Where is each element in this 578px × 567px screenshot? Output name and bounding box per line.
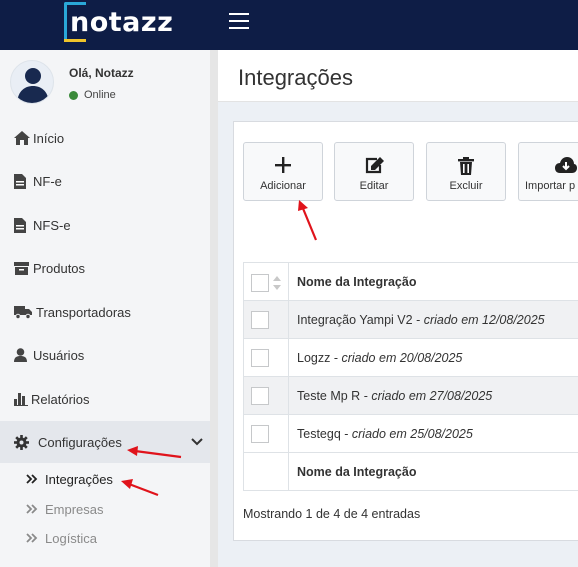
double-chevron-right-icon <box>26 504 38 514</box>
online-status-icon <box>69 90 78 100</box>
brand-logo[interactable]: notazz <box>70 7 173 38</box>
table-row[interactable]: Teste Mp R - criado em 27/08/2025 <box>243 376 578 415</box>
sidebar-item-nfse[interactable]: NFS-e <box>0 204 210 246</box>
user-icon <box>14 348 32 362</box>
table-row[interactable]: Integração Yampi V2 - criado em 12/08/20… <box>243 300 578 339</box>
sidebar-item-usuarios[interactable]: Usuários <box>0 334 210 376</box>
sidebar-item-transportadoras[interactable]: Transportadoras <box>0 291 210 333</box>
gear-icon <box>14 434 37 450</box>
double-chevron-right-icon <box>26 474 38 484</box>
submenu-item-empresas[interactable]: Empresas <box>26 496 104 522</box>
sidebar-item-label: Relatórios <box>31 391 90 407</box>
chevron-down-icon[interactable] <box>191 434 203 449</box>
column-header-name[interactable]: Nome da Integração <box>288 262 578 301</box>
plus-icon <box>244 157 322 173</box>
annotation-arrow-integracoes <box>121 479 159 497</box>
integration-name: Logzz <box>297 350 331 365</box>
table-row[interactable]: Logzz - criado em 20/08/2025 <box>243 338 578 377</box>
double-chevron-right-icon <box>26 533 38 543</box>
user-status-label: Online <box>84 89 116 101</box>
delete-button-label: Excluir <box>449 180 483 192</box>
integration-name-cell: Integração Yampi V2 - criado em 12/08/20… <box>288 300 578 339</box>
sidebar-item-label: Configurações <box>38 434 122 450</box>
integration-name-cell: Teste Mp R - criado em 27/08/2025 <box>288 376 578 415</box>
add-button-label: Adicionar <box>260 180 306 192</box>
user-greeting: Olá, Notazz <box>69 66 134 80</box>
row-checkbox[interactable] <box>251 349 269 367</box>
footer-empty-cell <box>243 452 289 491</box>
truck-icon <box>14 305 35 319</box>
table-row[interactable]: Testegq - criado em 25/08/2025 <box>243 414 578 453</box>
trash-icon <box>427 157 505 175</box>
home-icon <box>14 131 32 145</box>
row-checkbox[interactable] <box>251 425 269 443</box>
integrations-table: Nome da Integração Integração Yampi V2 -… <box>243 262 578 491</box>
avatar <box>10 60 54 104</box>
import-button-label: Importar p <box>525 180 576 192</box>
integration-name-cell: Logzz - criado em 20/08/2025 <box>288 338 578 377</box>
sidebar-item-label: Transportadoras <box>36 304 131 320</box>
select-all-checkbox[interactable] <box>251 274 269 292</box>
sidebar-scrollbar[interactable] <box>210 50 218 567</box>
edit-button[interactable]: Editar <box>334 142 414 201</box>
row-checkbox[interactable] <box>251 311 269 329</box>
content-header: Integrações <box>218 50 578 102</box>
sidebar-item-inicio[interactable]: Início <box>0 117 210 159</box>
archive-icon <box>14 261 32 275</box>
integration-created: criado em 27/08/2025 <box>371 388 493 403</box>
submenu-item-label: Integrações <box>45 471 113 487</box>
sidebar-item-label: NFS-e <box>33 217 71 233</box>
user-panel: Olá, Notazz Online <box>10 60 210 110</box>
select-all-cell <box>243 262 289 301</box>
sidebar-item-label: Produtos <box>33 260 86 276</box>
annotation-arrow-config <box>127 446 182 459</box>
integration-created: criado em 25/08/2025 <box>351 426 473 441</box>
column-footer-name: Nome da Integração <box>288 452 578 491</box>
submenu-item-label: Logística <box>45 530 98 546</box>
sidebar-item-produtos[interactable]: Produtos <box>0 247 210 289</box>
integration-name-cell: Testegq - criado em 25/08/2025 <box>288 414 578 453</box>
pagination-info: Mostrando 1 de 4 de 4 entradas <box>243 507 421 521</box>
annotation-arrow-add <box>298 200 318 241</box>
integration-created: criado em 12/08/2025 <box>423 312 545 327</box>
edit-icon <box>335 157 413 174</box>
sort-icon[interactable] <box>273 276 281 293</box>
sidebar-item-label: NF-e <box>33 173 62 189</box>
sidebar-item-nfe[interactable]: NF-e <box>0 160 210 202</box>
integration-name: Testegq <box>297 426 341 441</box>
sidebar-item-relatorios[interactable]: Relatórios <box>0 378 210 420</box>
cloud-download-icon <box>531 157 578 173</box>
submenu-item-label: Empresas <box>45 501 104 517</box>
integration-name: Integração Yampi V2 <box>297 312 413 327</box>
integration-name: Teste Mp R <box>297 388 361 403</box>
file-icon <box>14 173 32 189</box>
import-button[interactable]: Importar p <box>518 142 578 201</box>
bar-chart-icon <box>14 392 30 406</box>
delete-button[interactable]: Excluir <box>426 142 506 201</box>
submenu-item-logistica[interactable]: Logística <box>26 525 97 551</box>
edit-button-label: Editar <box>359 180 389 192</box>
row-checkbox[interactable] <box>251 387 269 405</box>
menu-toggle-icon[interactable] <box>229 13 249 29</box>
integration-created: criado em 20/08/2025 <box>341 350 463 365</box>
submenu-item-integracoes[interactable]: Integrações <box>26 466 113 492</box>
sidebar-item-label: Início <box>33 130 65 146</box>
sidebar-item-label: Usuários <box>33 347 85 363</box>
add-button[interactable]: Adicionar <box>243 142 323 201</box>
page-title: Integrações <box>238 65 353 90</box>
user-status: Online <box>69 89 116 101</box>
file-icon <box>14 217 32 233</box>
